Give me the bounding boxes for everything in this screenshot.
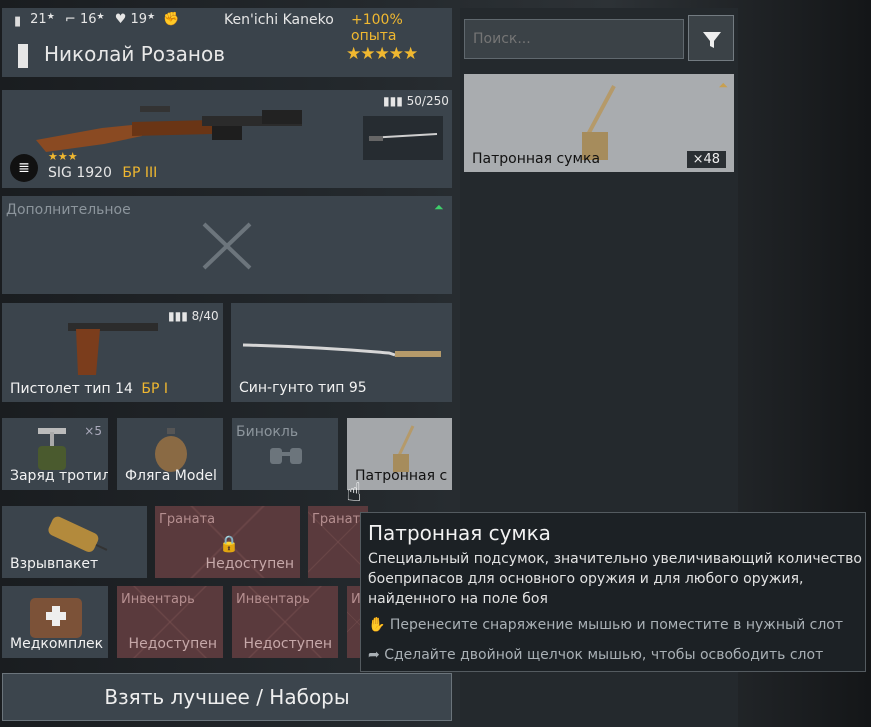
fist-stat-icon: ✊ [163,12,180,27]
additional-weapon-slot[interactable]: Дополнительное ⏶ [2,196,452,294]
primary-rank: БР III [122,165,158,181]
tooltip-description: Специальный подсумок, значительно увелич… [368,551,862,607]
inventory-item-count: ×48 [686,151,726,168]
filter-button[interactable] [688,15,734,61]
upgrade-arrow-icon: ⏶ [434,200,444,214]
hand-cursor-icon: ☝ [346,478,362,508]
locked-slot-status: Недоступен [128,636,217,652]
xp-bonus: +100% опыта [351,12,403,44]
equipment-slot-medkit[interactable]: Медкомплек [2,586,108,658]
flask-image [155,428,187,472]
pistol-slot[interactable]: ▮▮▮ 8/40 Пистолет тип 14 БР I [2,303,223,402]
locked-grenade-slot-2: Граната [308,506,368,578]
player-name: Ken'ichi Kaneko [224,12,334,28]
crossed-rifles-icon [202,222,252,270]
locked-slot-status: Недоступен [205,556,294,572]
stat-2: 16 [79,12,97,27]
stat-1: 21 [30,12,47,27]
ammo-stat-icon: ▮ [14,13,22,29]
upgrade-arrow-icon: ⏶ [718,78,728,92]
ammo-pouch-slot-name: Патронная с [355,468,448,484]
primary-ammo: 50/250 [406,94,449,108]
blasting-pack-image [48,516,108,552]
primary-stars: ★★★ [48,150,78,163]
best-loadout-button[interactable]: Взять лучшее / Наборы [2,673,452,721]
heart-stat-icon: ♥ [114,12,127,27]
tnt-count: ×5 [84,424,102,438]
equipment-slot-flask[interactable]: Фляга Model [117,418,223,490]
ammo-pouch-image [393,425,415,472]
soldier-header: ▮ 21★ ⌐ 16★ ♥ 19★ ✊ Ken'ichi Kaneko +100… [2,8,452,77]
primary-weapon-slot[interactable]: ▮▮▮ 50/250 ≣ ★★★ SIG 1920 БР III [2,90,452,188]
locked-slot-status: Недоступен [243,636,332,652]
rank-icon [18,44,28,68]
arrow-icon: ➦ [368,647,380,663]
smg-image [36,106,302,152]
equipment-slot-tnt[interactable]: ×5 Заряд тротил [2,418,108,490]
tooltip-title: Патронная сумка [368,521,551,545]
melee-slot[interactable]: Син-гунто тип 95 [231,303,452,402]
soldier-name: Николай Розанов [44,42,226,66]
equipment-slot-binoculars[interactable]: Бинокль [232,418,338,490]
medkit-image [30,598,82,638]
stats-row: ▮ 21★ ⌐ 16★ ♥ 19★ ✊ [14,12,180,29]
inventory-item-ammo-pouch[interactable]: ⏶ Патронная сумка ×48 [464,74,734,172]
primary-name: SIG 1920 [48,165,112,181]
pistol-ammo: 8/40 [191,309,219,323]
boot-stat-icon: ⌐ [64,12,76,27]
additional-label: Дополнительное [6,202,131,218]
tnt-charge-image [38,428,66,470]
katana-image [242,343,441,357]
inventory-item-name: Патронная сумка [472,151,601,167]
binoculars-label: Бинокль [236,424,299,440]
ammo-icon: ▮▮▮ [168,309,188,323]
equipment-slot-ammo-pouch[interactable]: Патронная с [347,418,452,490]
hand-icon: ✋ [368,617,386,633]
locked-slot-title: Инвентарь [121,592,195,607]
tooltip-hint-drag: Перенесите снаряжение мышью и поместите … [389,617,843,633]
lock-icon: 🔒 [219,534,239,553]
tooltip-hint-doubleclick: Сделайте двойной щелчок мышью, чтобы осв… [384,647,824,663]
tnt-name: Заряд тротил [10,468,108,484]
locked-slot-title: Инвентарь [236,592,310,607]
best-loadout-label: Взять лучшее / Наборы [104,685,350,709]
locked-slot-title: Граната [159,512,216,527]
blasting-pack-name: Взрывпакет [10,556,99,572]
filter-icon [703,32,721,48]
soldier-stars: ★★★★★ [346,44,418,64]
locked-grenade-slot: Граната 🔒 Недоступен [155,506,300,578]
pistol-name: Пистолет тип 14 [10,381,133,397]
bayonet-image [368,133,438,141]
ammo-icon: ▮▮▮ [383,94,403,108]
pistol-image [68,323,158,375]
bayonet-slot[interactable] [363,116,443,160]
flask-name: Фляга Model [125,468,217,484]
locked-inventory-slot-1: Инвентарь Недоступен [117,586,223,658]
locked-inventory-slot-2: Инвентарь Недоступен [232,586,338,658]
search-input[interactable] [464,19,684,59]
binoculars-icon [270,448,302,464]
weapon-list-icon[interactable]: ≣ [10,154,38,182]
stat-3: 19 [130,12,148,27]
melee-name: Син-гунто тип 95 [239,380,367,396]
item-tooltip: Патронная сумка Специальный подсумок, зн… [360,512,866,672]
medkit-name: Медкомплек [10,636,104,652]
equipment-slot-blasting-pack[interactable]: Взрывпакет [2,506,147,578]
pistol-rank: БР I [141,381,168,397]
